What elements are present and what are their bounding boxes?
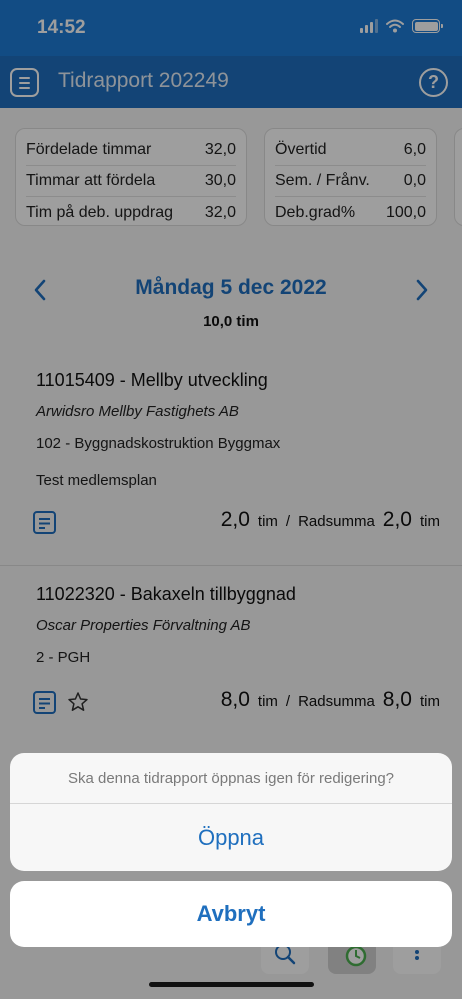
open-button[interactable]: Öppna: [10, 804, 452, 871]
home-indicator: [149, 982, 314, 987]
action-sheet-message: Ska denna tidrapport öppnas igen för red…: [10, 753, 452, 804]
cancel-button[interactable]: Avbryt: [10, 881, 452, 947]
action-sheet: Ska denna tidrapport öppnas igen för red…: [10, 753, 452, 871]
